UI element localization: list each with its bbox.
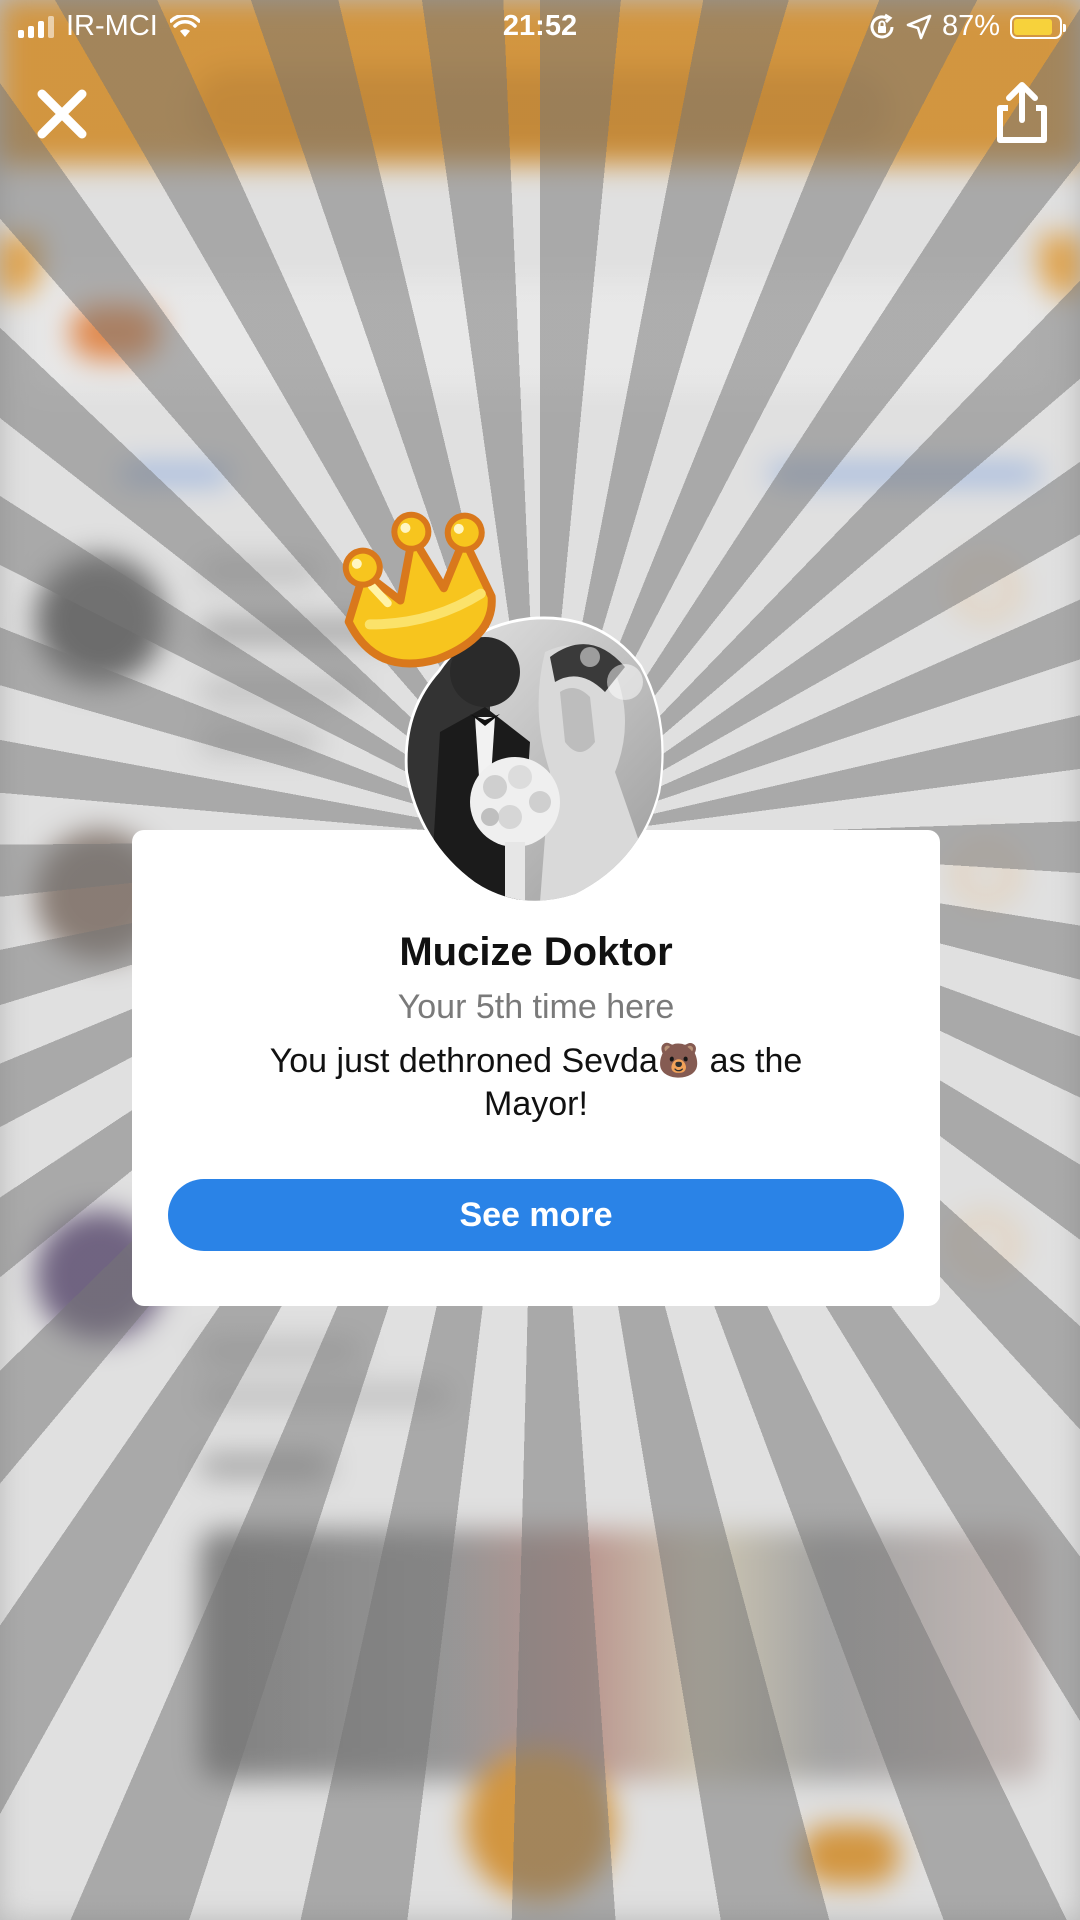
close-icon xyxy=(37,89,87,139)
share-button[interactable] xyxy=(992,80,1052,146)
close-button[interactable] xyxy=(28,80,96,148)
venue-name: Mucize Doktor xyxy=(399,930,673,974)
share-icon xyxy=(997,82,1047,143)
rotation-lock-icon xyxy=(870,13,894,38)
battery-percent: 87% xyxy=(941,10,1000,42)
crown-icon xyxy=(342,511,496,668)
see-more-button[interactable]: See more xyxy=(168,1179,904,1251)
visit-count: Your 5th time here xyxy=(397,988,675,1026)
location-arrow-icon xyxy=(906,14,932,39)
battery-icon xyxy=(1010,14,1066,39)
mayor-message: You just dethroned Sevda🐻 as the Mayor! xyxy=(269,1042,803,1123)
battery-fill xyxy=(1014,18,1053,35)
status-bar: IR-MCI 21:52 87% xyxy=(0,0,1080,56)
